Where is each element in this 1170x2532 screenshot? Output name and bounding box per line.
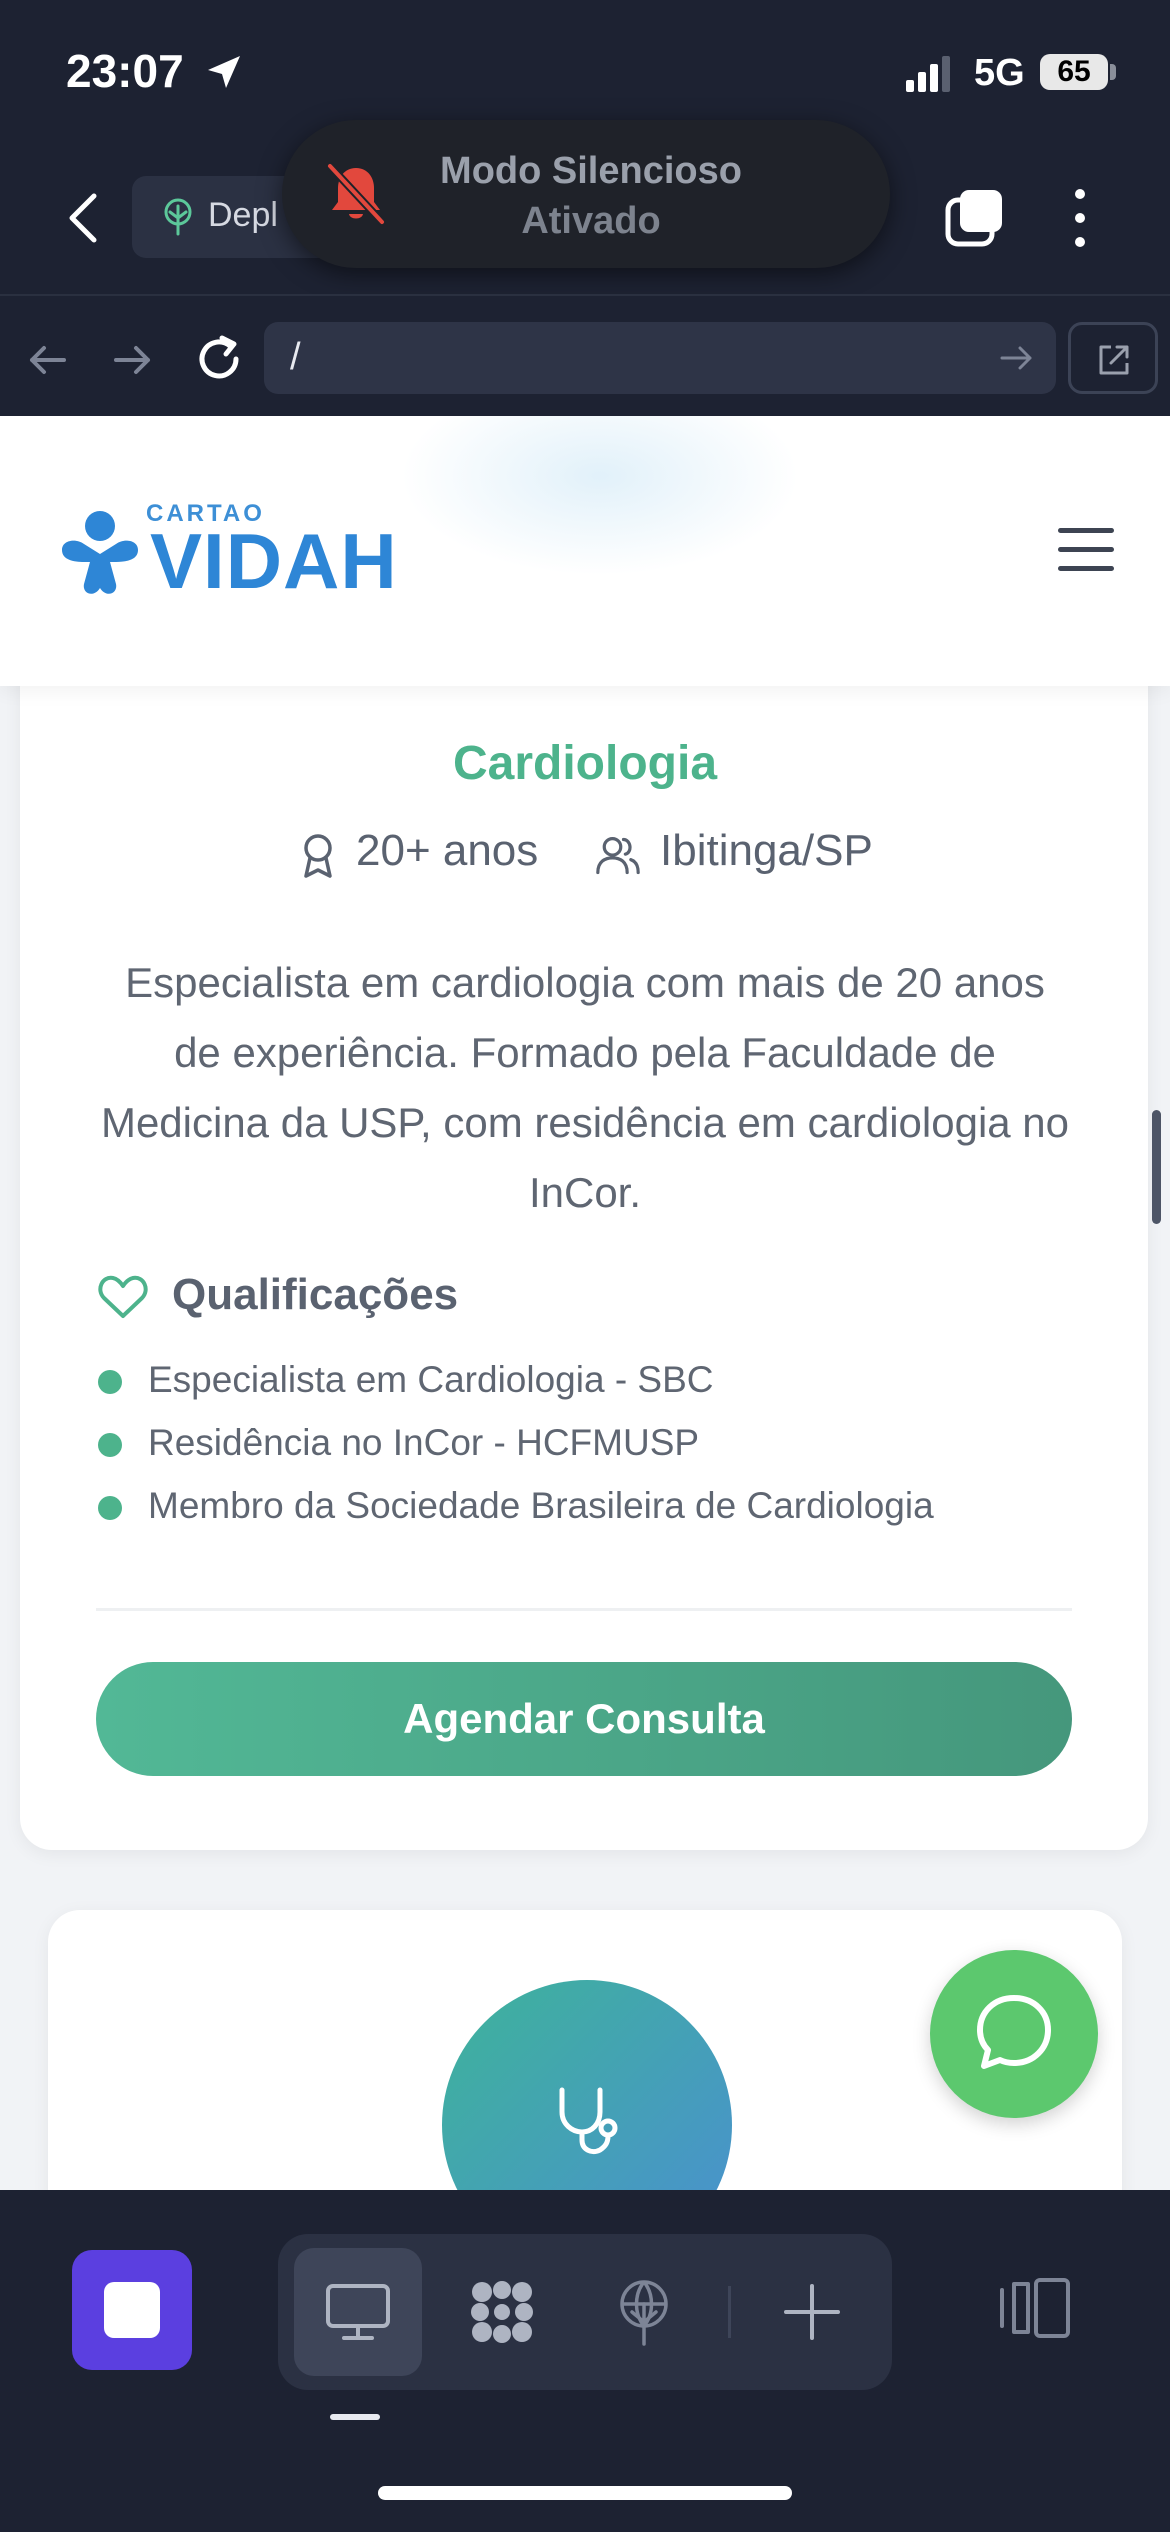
external-link-button[interactable] xyxy=(1068,322,1158,394)
active-indicator xyxy=(330,2414,380,2420)
location-arrow-icon xyxy=(208,56,240,88)
grid-blob-icon xyxy=(471,2281,533,2343)
qualifications-list: Especialista em Cardiologia - SBC Residê… xyxy=(98,1356,1058,1545)
status-time: 23:07 xyxy=(66,45,184,97)
toast-subtitle: Ativado xyxy=(521,200,661,242)
home-indicator xyxy=(378,2486,792,2500)
toast-title: Modo Silencioso xyxy=(440,150,742,192)
qualification-text: Residência no InCor - HCFMUSP xyxy=(148,1422,700,1463)
users-icon xyxy=(596,836,640,875)
qualifications-title: Qualificações xyxy=(172,1270,459,1319)
segment-separator xyxy=(728,2286,731,2338)
schedule-appointment-button[interactable]: Agendar Consulta xyxy=(96,1662,1072,1776)
location-text: Ibitinga/SP xyxy=(660,826,873,875)
plus-icon xyxy=(784,2284,840,2340)
app-square-icon xyxy=(104,2282,160,2338)
experience-text: 20+ anos xyxy=(356,826,539,875)
silent-mode-toast: Modo Silencioso Ativado xyxy=(282,120,890,268)
header-glow xyxy=(400,416,800,576)
new-tab-button[interactable] xyxy=(748,2248,876,2376)
battery-tip xyxy=(1110,64,1116,80)
logo-cross-icon xyxy=(62,511,138,594)
specialty-title: Cardiologia xyxy=(452,737,718,790)
globe-tree-icon xyxy=(620,2280,668,2346)
battery-indicator: 65 xyxy=(1040,54,1108,90)
reload-icon[interactable] xyxy=(192,332,246,386)
award-icon xyxy=(304,834,332,878)
tab-label: Depl xyxy=(208,196,278,234)
tree-icon xyxy=(164,198,192,236)
site-header: CARTAO VIDAH xyxy=(0,416,1170,686)
extensions-button[interactable] xyxy=(438,2248,566,2376)
kebab-icon[interactable] xyxy=(1060,186,1100,250)
scrollbar-thumb[interactable] xyxy=(1152,1110,1161,1224)
navigation-bar: / xyxy=(0,294,1170,416)
whatsapp-chat-button[interactable] xyxy=(930,1950,1098,2118)
desktop-mode-button[interactable] xyxy=(294,2248,422,2376)
tabs-icon[interactable] xyxy=(944,186,1006,248)
network-button[interactable] xyxy=(580,2248,708,2376)
url-field[interactable]: / xyxy=(264,322,1056,394)
network-label: 5G xyxy=(974,52,1025,94)
doctor-bio: Especialista em cardiologia com mais de … xyxy=(100,959,1070,1216)
list-item: Especialista em Cardiologia - SBC xyxy=(98,1356,1058,1419)
nav-forward-icon[interactable] xyxy=(110,338,154,382)
qualification-text: Membro da Sociedade Brasileira de Cardio… xyxy=(148,1485,934,1526)
bullet-dot xyxy=(98,1433,122,1457)
heart-icon xyxy=(98,1275,148,1318)
split-view-icon[interactable] xyxy=(998,2276,1072,2340)
back-chevron-icon[interactable] xyxy=(62,188,106,248)
signal-icon xyxy=(906,56,950,92)
divider xyxy=(96,1608,1072,1611)
go-arrow-icon[interactable] xyxy=(998,340,1034,376)
external-link-icon xyxy=(1099,345,1129,375)
list-item: Membro da Sociedade Brasileira de Cardio… xyxy=(98,1482,1058,1545)
desktop-icon xyxy=(326,2284,390,2340)
hamburger-icon[interactable] xyxy=(1056,524,1116,576)
list-item: Residência no InCor - HCFMUSP xyxy=(98,1419,1058,1482)
url-text[interactable]: / xyxy=(290,336,301,379)
mode-segmented-control xyxy=(278,2234,892,2390)
logo-big-text: VIDAH xyxy=(150,517,398,605)
app-switcher-button[interactable] xyxy=(72,2250,192,2370)
bullet-dot xyxy=(98,1496,122,1520)
qualification-text: Especialista em Cardiologia - SBC xyxy=(148,1359,714,1400)
bullet-dot xyxy=(98,1370,122,1394)
nav-back-icon[interactable] xyxy=(26,338,70,382)
whatsapp-chat-icon xyxy=(977,1995,1051,2069)
bottom-toolbar xyxy=(0,2190,1170,2532)
site-logo[interactable]: CARTAO VIDAH xyxy=(54,498,397,608)
stethoscope-icon xyxy=(559,2087,618,2155)
